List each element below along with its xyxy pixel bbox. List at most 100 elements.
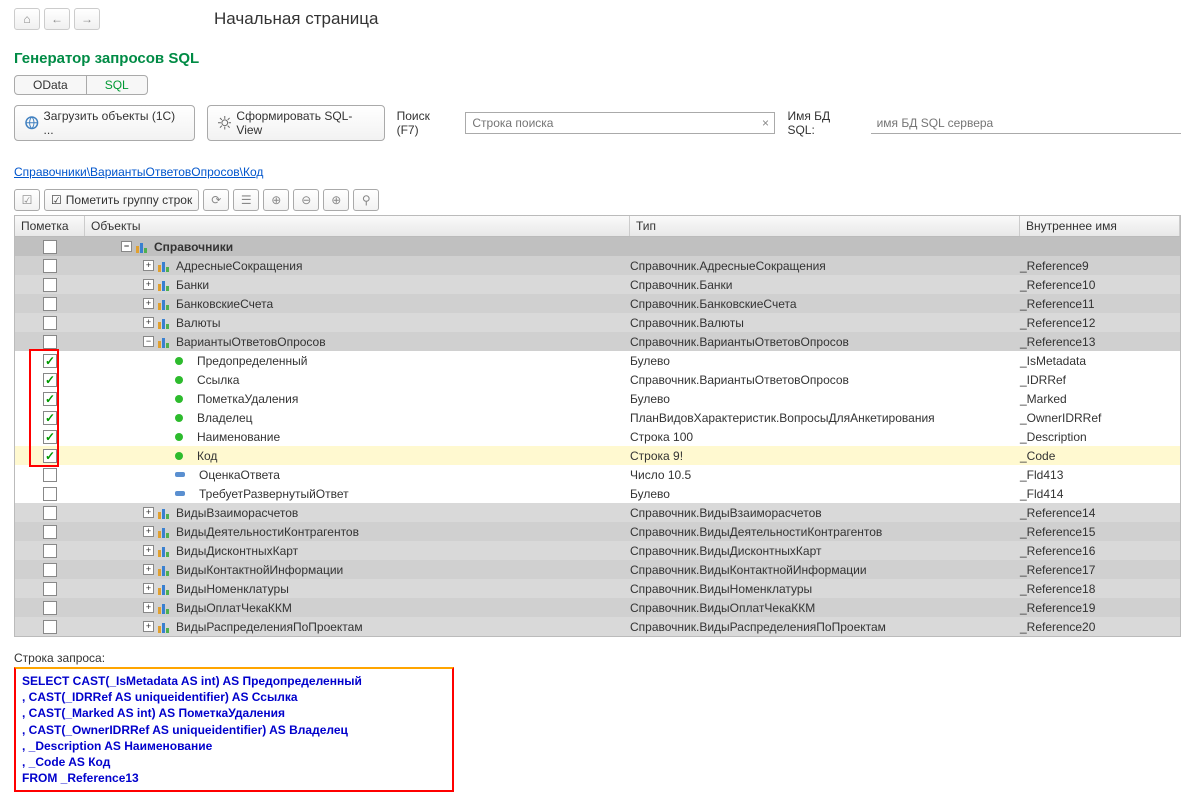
link-icon: ⚲: [362, 193, 371, 207]
row-checkbox[interactable]: [43, 582, 57, 596]
row-checkbox[interactable]: [43, 430, 57, 444]
expand-button[interactable]: ⊕: [263, 189, 289, 211]
mark-group-button[interactable]: ☑ Пометить группу строк: [44, 189, 199, 211]
tab-odata[interactable]: OData: [14, 75, 87, 95]
tree-branch-row[interactable]: +ВидыОплатЧекаККМСправочник.ВидыОплатЧек…: [15, 598, 1180, 617]
tab-sql[interactable]: SQL: [86, 75, 148, 95]
column-type[interactable]: Тип: [630, 216, 1020, 236]
row-checkbox[interactable]: [43, 411, 57, 425]
search-input[interactable]: [466, 113, 756, 133]
tree-leaf-row[interactable]: ОценкаОтветаЧисло 10.5_Fld413: [15, 465, 1180, 484]
expander-icon[interactable]: +: [143, 526, 154, 537]
tree-leaf-row[interactable]: ПредопределенныйБулево_IsMetadata: [15, 351, 1180, 370]
forward-button[interactable]: →: [74, 8, 100, 30]
tree-branch-row[interactable]: −ВариантыОтветовОпросовСправочник.Вариан…: [15, 332, 1180, 351]
expander-icon[interactable]: +: [143, 564, 154, 575]
column-iname[interactable]: Внутреннее имя: [1020, 216, 1180, 236]
table-icon: [158, 545, 172, 557]
search-clear-button[interactable]: ×: [756, 113, 774, 133]
table-icon: [158, 336, 172, 348]
tree-branch-row[interactable]: +ВалютыСправочник.Валюты_Reference12: [15, 313, 1180, 332]
home-button[interactable]: ⌂: [14, 8, 40, 30]
expander-icon[interactable]: +: [143, 507, 154, 518]
row-checkbox[interactable]: [43, 506, 57, 520]
row-checkbox[interactable]: [43, 601, 57, 615]
tool-btn-2[interactable]: ⊕: [323, 189, 349, 211]
row-checkbox[interactable]: [43, 316, 57, 330]
row-checkbox[interactable]: [43, 544, 57, 558]
tool-btn-3[interactable]: ⚲: [353, 189, 379, 211]
tree-branch-row[interactable]: +ВидыДисконтныхКартСправочник.ВидыДискон…: [15, 541, 1180, 560]
tree-leaf-row[interactable]: СсылкаСправочник.ВариантыОтветовОпросов_…: [15, 370, 1180, 389]
minus-icon: ⊖: [301, 193, 311, 207]
row-checkbox[interactable]: [43, 354, 57, 368]
row-checkbox[interactable]: [43, 487, 57, 501]
table-icon: [158, 564, 172, 576]
tab-row: OData SQL: [14, 75, 1181, 95]
row-checkbox[interactable]: [43, 373, 57, 387]
load-objects-label: Загрузить объекты (1С) ...: [44, 109, 184, 137]
expander-icon[interactable]: +: [143, 260, 154, 271]
tree-branch-row[interactable]: +АдресныеСокращенияСправочник.АдресныеСо…: [15, 256, 1180, 275]
tree-root-row[interactable]: −Справочники: [15, 237, 1180, 256]
tool-btn-1[interactable]: ☰: [233, 189, 259, 211]
row-label: ВидыДеятельностиКонтрагентов: [176, 525, 359, 539]
row-checkbox[interactable]: [43, 449, 57, 463]
search-field: ×: [465, 112, 775, 134]
plus-icon: ⊕: [331, 193, 341, 207]
column-objects[interactable]: Объекты: [85, 216, 630, 236]
row-type: Строка 100: [630, 430, 1020, 444]
expander-icon[interactable]: +: [143, 298, 154, 309]
expander-icon[interactable]: +: [143, 621, 154, 632]
tree-branch-row[interactable]: +БанковскиеСчетаСправочник.БанковскиеСче…: [15, 294, 1180, 313]
top-nav: ⌂ ← → Начальная страница: [14, 4, 1181, 34]
tree-branch-row[interactable]: +ВидыВзаиморасчетовСправочник.ВидыВзаимо…: [15, 503, 1180, 522]
row-checkbox[interactable]: [43, 297, 57, 311]
query-label: Строка запроса:: [14, 651, 1181, 665]
row-checkbox[interactable]: [43, 259, 57, 273]
breadcrumb-link[interactable]: Справочники\ВариантыОтветовОпросов\Код: [14, 165, 263, 179]
form-sql-view-button[interactable]: Сформировать SQL-View: [207, 105, 385, 141]
tree-leaf-row[interactable]: ВладелецПланВидовХарактеристик.ВопросыДл…: [15, 408, 1180, 427]
expander-icon[interactable]: +: [143, 583, 154, 594]
expander-icon[interactable]: +: [143, 545, 154, 556]
row-iname: _Reference19: [1020, 601, 1180, 615]
tree-branch-row[interactable]: +БанкиСправочник.Банки_Reference10: [15, 275, 1180, 294]
expander-icon[interactable]: +: [143, 279, 154, 290]
back-button[interactable]: ←: [44, 8, 70, 30]
row-checkbox[interactable]: [43, 392, 57, 406]
expander-icon[interactable]: −: [121, 241, 132, 252]
list-icon: ☰: [241, 193, 252, 207]
row-iname: _Fld413: [1020, 468, 1180, 482]
tree-branch-row[interactable]: +ВидыРаспределенияПоПроектамСправочник.В…: [15, 617, 1180, 636]
row-label: ОценкаОтвета: [199, 468, 280, 482]
refresh-button[interactable]: ⟳: [203, 189, 229, 211]
tree-leaf-row[interactable]: НаименованиеСтрока 100_Description: [15, 427, 1180, 446]
globe-icon: [25, 116, 39, 130]
check-button[interactable]: ☑: [14, 189, 40, 211]
row-checkbox[interactable]: [43, 620, 57, 634]
expander-icon[interactable]: +: [143, 317, 154, 328]
query-line: , CAST(_IDRRef AS uniqueidentifier) AS С…: [22, 689, 446, 705]
expander-icon[interactable]: −: [143, 336, 154, 347]
row-checkbox[interactable]: [43, 240, 57, 254]
row-checkbox[interactable]: [43, 563, 57, 577]
row-label: Ссылка: [197, 373, 239, 387]
table-icon: [158, 621, 172, 633]
tree-branch-row[interactable]: +ВидыНоменклатурыСправочник.ВидыНоменкла…: [15, 579, 1180, 598]
db-name-input[interactable]: [871, 113, 1181, 134]
expander-icon[interactable]: +: [143, 602, 154, 613]
tree-branch-row[interactable]: +ВидыКонтактнойИнформацииСправочник.Виды…: [15, 560, 1180, 579]
row-checkbox[interactable]: [43, 525, 57, 539]
row-label: ВидыРаспределенияПоПроектам: [176, 620, 363, 634]
column-mark[interactable]: Пометка: [15, 216, 85, 236]
load-objects-button[interactable]: Загрузить объекты (1С) ...: [14, 105, 195, 141]
tree-branch-row[interactable]: +ВидыДеятельностиКонтрагентовСправочник.…: [15, 522, 1180, 541]
row-checkbox[interactable]: [43, 468, 57, 482]
collapse-button[interactable]: ⊖: [293, 189, 319, 211]
row-checkbox[interactable]: [43, 278, 57, 292]
tree-leaf-row[interactable]: ТребуетРазвернутыйОтветБулево_Fld414: [15, 484, 1180, 503]
tree-leaf-row[interactable]: КодСтрока 9!_Code: [15, 446, 1180, 465]
tree-leaf-row[interactable]: ПометкаУдаленияБулево_Marked: [15, 389, 1180, 408]
row-checkbox[interactable]: [43, 335, 57, 349]
